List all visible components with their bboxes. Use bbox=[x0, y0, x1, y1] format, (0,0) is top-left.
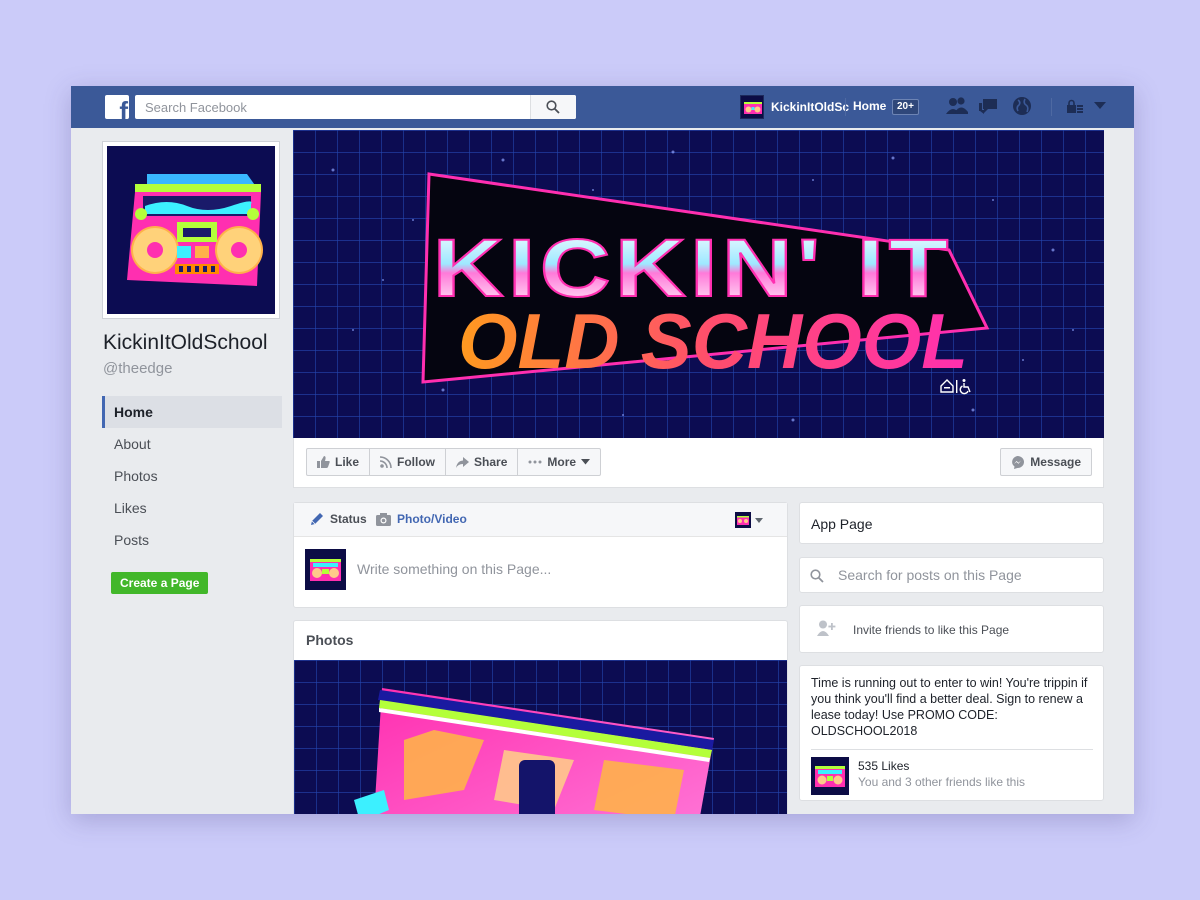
rss-follow-icon bbox=[380, 456, 392, 468]
search-button[interactable] bbox=[530, 95, 576, 119]
search-icon bbox=[546, 100, 560, 114]
search-icon bbox=[810, 569, 824, 583]
promo-description: Time is running out to enter to win! You… bbox=[811, 676, 1088, 738]
page-profile-picture[interactable] bbox=[102, 141, 280, 319]
follow-button[interactable]: Follow bbox=[370, 449, 447, 475]
nav-home-link[interactable]: Home bbox=[853, 99, 886, 113]
action-button-group: Like Follow Share More bbox=[306, 448, 602, 476]
app-page-card[interactable]: App Page bbox=[799, 502, 1104, 544]
photos-section-title[interactable]: Photos bbox=[306, 632, 353, 648]
chevron-down-icon bbox=[581, 459, 591, 465]
friend-requests-icon[interactable] bbox=[946, 96, 968, 116]
page-name[interactable]: KickinItOldSchool bbox=[103, 331, 268, 355]
share-label: Share bbox=[474, 455, 508, 469]
facebook-window: f KickinItOldSc Home 20+ bbox=[71, 86, 1134, 814]
cover-photo[interactable]: KICKIN' IT OLD SCHOOL bbox=[293, 130, 1104, 438]
post-composer: Status Photo/Video Write something on th… bbox=[293, 502, 788, 608]
status-tab-label: Status bbox=[330, 512, 367, 526]
page-post-search bbox=[799, 557, 1104, 593]
thumbs-up-icon bbox=[317, 456, 330, 468]
messenger-icon bbox=[1012, 455, 1025, 469]
follow-label: Follow bbox=[397, 455, 436, 469]
nav-profile-avatar[interactable] bbox=[740, 95, 764, 119]
message-label: Message bbox=[1030, 455, 1081, 469]
like-button[interactable]: Like bbox=[307, 449, 371, 475]
post-as-selector[interactable] bbox=[735, 511, 765, 529]
likes-page-avatar bbox=[811, 757, 849, 795]
composer-tabs: Status Photo/Video bbox=[294, 503, 787, 537]
top-navigation-bar: f KickinItOldSc Home 20+ bbox=[71, 86, 1134, 128]
notifications-globe-icon[interactable] bbox=[1012, 96, 1032, 116]
page-likes-count[interactable]: 535 Likes bbox=[858, 759, 909, 773]
friends-like-summary: You and 3 other friends like this bbox=[858, 775, 1025, 789]
nav-divider bbox=[1051, 98, 1052, 116]
more-button[interactable]: More bbox=[518, 449, 600, 475]
sidebar-item-posts[interactable]: Posts bbox=[102, 524, 282, 556]
create-page-button[interactable]: Create a Page bbox=[111, 572, 209, 594]
more-label: More bbox=[547, 455, 577, 469]
boombox-illustration bbox=[107, 146, 275, 314]
card-divider bbox=[811, 749, 1093, 750]
nav-profile-name[interactable]: KickinItOldSc bbox=[771, 100, 849, 114]
tab-status[interactable]: Status bbox=[310, 512, 367, 526]
sidebar-item-about[interactable]: About bbox=[102, 428, 282, 460]
about-promo-card: Time is running out to enter to win! You… bbox=[799, 665, 1104, 801]
quick-help-lock-icon[interactable] bbox=[1066, 99, 1084, 115]
tab-photo-video[interactable]: Photo/Video bbox=[376, 512, 467, 526]
invite-friends-link[interactable]: Invite friends to like this Page bbox=[853, 623, 1009, 637]
like-label: Like bbox=[335, 455, 360, 469]
facebook-logo-icon[interactable]: f bbox=[105, 95, 129, 119]
composer-input[interactable]: Write something on this Page... bbox=[357, 561, 551, 577]
search-input[interactable] bbox=[135, 95, 531, 119]
nav-divider bbox=[845, 98, 846, 116]
sidebar-item-home[interactable]: Home bbox=[102, 396, 282, 428]
page-post-search-input[interactable] bbox=[838, 558, 1098, 592]
share-arrow-icon bbox=[456, 456, 470, 468]
account-menu-chevron-down-icon[interactable] bbox=[1094, 102, 1106, 110]
sidebar-item-likes[interactable]: Likes bbox=[102, 492, 282, 524]
message-button[interactable]: Message bbox=[1000, 448, 1092, 476]
photo-video-tab-label: Photo/Video bbox=[397, 512, 467, 526]
page-handle[interactable]: @theedge bbox=[103, 360, 172, 377]
more-dots-icon bbox=[528, 460, 542, 464]
composer-page-avatar bbox=[305, 549, 346, 590]
photo-thumbnail[interactable] bbox=[294, 660, 787, 814]
app-page-label: App Page bbox=[811, 516, 873, 532]
photos-section: Photos bbox=[293, 620, 788, 814]
home-notification-badge: 20+ bbox=[892, 99, 919, 115]
sidebar-item-photos[interactable]: Photos bbox=[102, 460, 282, 492]
search-box bbox=[135, 95, 576, 119]
share-button[interactable]: Share bbox=[446, 449, 519, 475]
camera-icon bbox=[376, 512, 391, 526]
messages-icon[interactable] bbox=[979, 96, 1001, 116]
invite-friends-card[interactable]: Invite friends to like this Page bbox=[799, 605, 1104, 653]
cover-title-line2: OLD SCHOOL bbox=[458, 297, 968, 385]
page-action-bar: Like Follow Share More Message bbox=[293, 438, 1104, 488]
page-navigation: Home About Photos Likes Posts bbox=[102, 396, 282, 556]
add-friend-icon bbox=[817, 620, 836, 636]
pencil-icon bbox=[311, 513, 323, 525]
